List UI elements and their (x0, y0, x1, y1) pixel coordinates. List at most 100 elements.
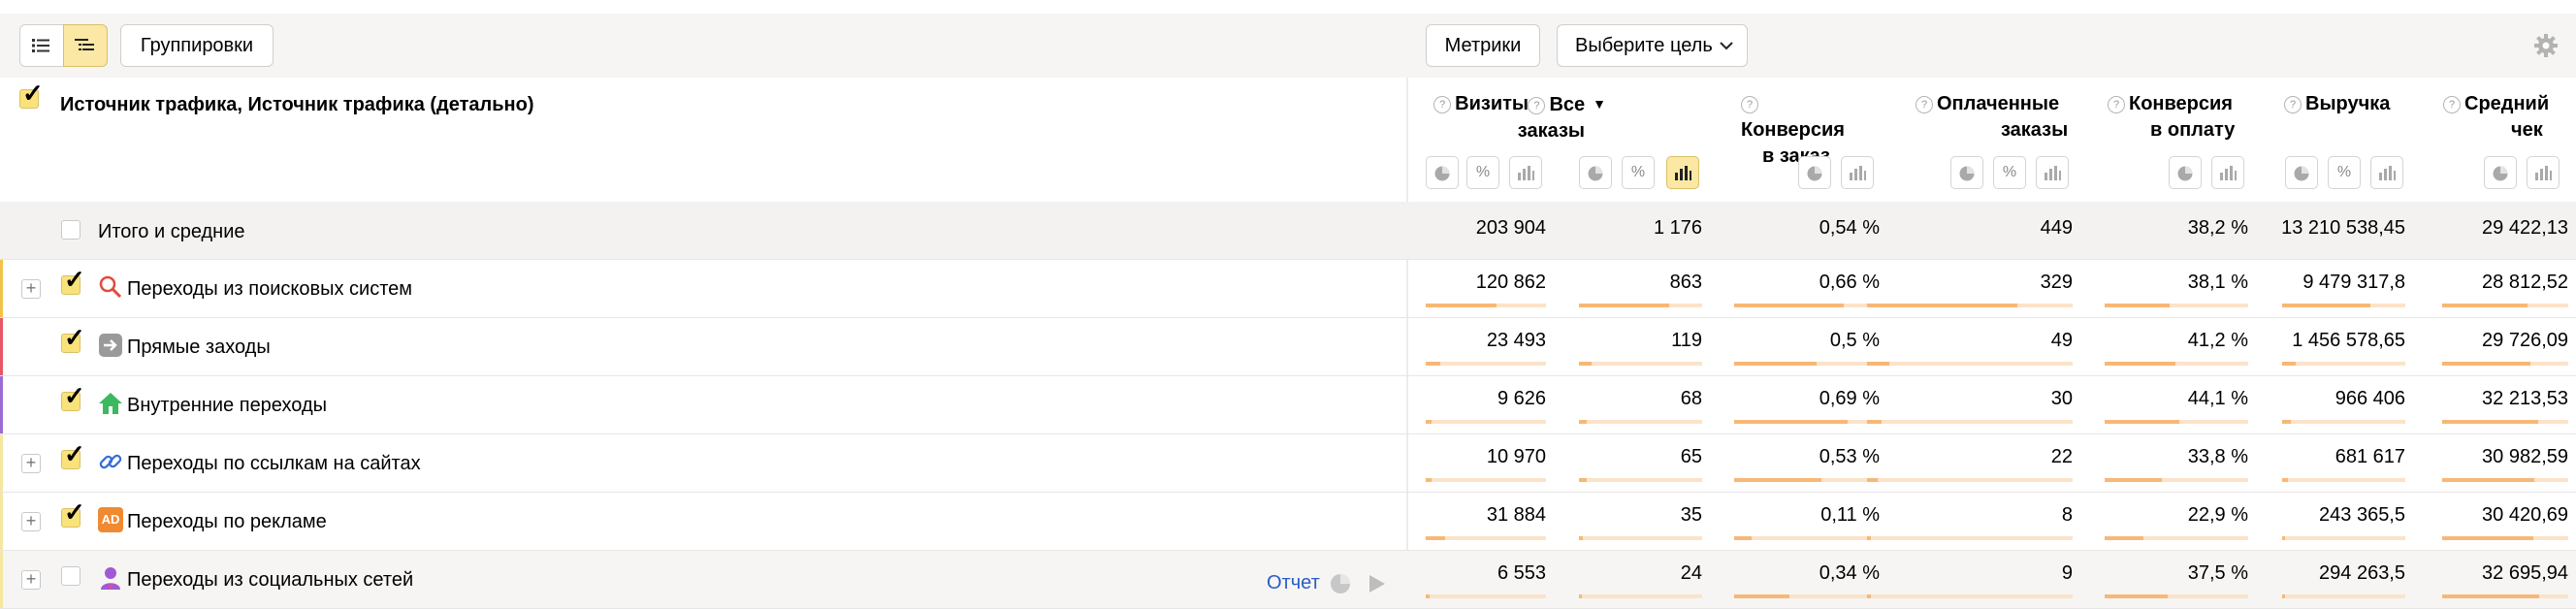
gear-icon[interactable] (2533, 33, 2559, 58)
column-header-visits[interactable]: ? Визиты (1433, 91, 1529, 117)
help-icon[interactable]: ? (1916, 96, 1933, 113)
value-bar (1579, 362, 1702, 366)
row-label[interactable]: Переходы из поисковых систем (127, 278, 412, 301)
report-link[interactable]: Отчет (1267, 572, 1320, 594)
value-bar-fill (2282, 362, 2296, 366)
pie-chart-icon[interactable] (1329, 572, 1352, 595)
pie-chart-button[interactable] (2285, 156, 2318, 189)
bar-chart-button[interactable] (2036, 156, 2069, 189)
value-bar (1734, 420, 1880, 424)
value-bar (2442, 594, 2568, 598)
bar-chart-button[interactable] (2370, 156, 2403, 189)
value-bar (2105, 536, 2248, 540)
metrics-button[interactable]: Метрики (1426, 24, 1540, 67)
pie-chart-button[interactable] (1579, 156, 1612, 189)
row-label[interactable]: Переходы по ссылкам на сайтах (127, 453, 421, 475)
value-bar (2282, 536, 2405, 540)
pie-chart-button[interactable] (1798, 156, 1831, 189)
value-bar-fill (2442, 304, 2528, 307)
value-bar (1734, 362, 1880, 366)
help-icon[interactable]: ? (2108, 96, 2125, 113)
row-checkbox[interactable] (61, 566, 80, 586)
pie-chart-button[interactable] (2484, 156, 2517, 189)
row-checkbox[interactable]: ✓ (61, 499, 85, 528)
expand-button[interactable]: + (21, 512, 41, 531)
pie-chart-button[interactable] (1426, 156, 1459, 189)
column-header-all-orders[interactable]: ? Все ▼ заказы (1518, 91, 1606, 144)
pie-chart-button[interactable] (1950, 156, 1983, 189)
help-icon[interactable]: ? (1528, 97, 1546, 114)
select-all-checkbox[interactable]: ✓ (19, 80, 44, 109)
pie-chart-button[interactable] (2169, 156, 2202, 189)
cell-value: 9 (2061, 562, 2073, 584)
column-header-revenue[interactable]: ? Выручка (2284, 91, 2390, 117)
value-bar-fill (1734, 536, 1752, 540)
value-bar (2282, 478, 2405, 482)
column-header-paid-orders[interactable]: ? Оплаченные заказы (1916, 91, 2068, 144)
row-label[interactable]: Переходы из социальных сетей (127, 569, 413, 592)
bar-chart-button[interactable] (2527, 156, 2560, 189)
cell-value: 24 (1680, 562, 1702, 584)
cell-value: 37,5 % (2187, 562, 2248, 584)
row-label[interactable]: Внутренние переходы (127, 395, 327, 417)
cell-value: 863 (1669, 272, 1702, 293)
percent-button[interactable]: % (1622, 156, 1655, 189)
bar-chart-button[interactable] (1666, 156, 1699, 189)
cell-value: 44,1 % (2187, 388, 2248, 409)
cell-value: 33,8 % (2187, 446, 2248, 467)
expand-button[interactable]: + (21, 570, 41, 590)
row-checkbox[interactable]: ✓ (61, 383, 85, 411)
percent-button[interactable]: % (1993, 156, 2026, 189)
value-bar-fill (2282, 536, 2285, 540)
value-bar (2105, 304, 2248, 307)
row-label[interactable]: Прямые заходы (127, 337, 271, 359)
bar-chart-button[interactable] (2211, 156, 2244, 189)
row-label[interactable]: Переходы по рекламе (127, 511, 327, 533)
groupings-button[interactable]: Группировки (120, 24, 274, 67)
play-icon[interactable] (1368, 573, 1387, 594)
totals-value: 1 176 (1653, 217, 1702, 239)
cell-value: 1 456 578,65 (2292, 330, 2405, 351)
tree-view-toggle[interactable] (63, 24, 108, 67)
cell-value: 10 970 (1486, 446, 1546, 467)
value-bar (1867, 304, 2073, 307)
bar-chart-button[interactable] (1509, 156, 1542, 189)
row-color-strip (0, 376, 3, 433)
percent-icon: % (2336, 164, 2352, 180)
totals-value: 449 (2040, 217, 2073, 239)
help-icon[interactable]: ? (1741, 96, 1758, 113)
cell-value: 243 365,5 (2319, 504, 2405, 526)
totals-checkbox[interactable] (61, 220, 80, 240)
help-icon[interactable]: ? (1433, 96, 1452, 113)
expand-button[interactable]: + (21, 279, 41, 299)
row-checkbox[interactable]: ✓ (61, 441, 85, 469)
row-checkbox[interactable]: ✓ (61, 267, 85, 295)
value-bar (2442, 362, 2568, 366)
value-bar-fill (1426, 304, 1497, 307)
cell-value: 0,69 % (1819, 388, 1880, 409)
cell-value: 294 263,5 (2319, 562, 2405, 584)
expand-button[interactable]: + (21, 454, 41, 473)
help-icon[interactable]: ? (2284, 96, 2302, 113)
value-bar (1867, 594, 2073, 598)
bar-chart-button[interactable] (1841, 156, 1874, 189)
help-icon[interactable]: ? (2443, 96, 2461, 113)
row-checkbox[interactable]: ✓ (61, 325, 85, 353)
row-color-strip (0, 434, 3, 492)
row-color-strip (0, 551, 3, 608)
cell-value: 38,1 % (2187, 272, 2248, 293)
row-color-strip (0, 318, 3, 375)
column-header-average-check[interactable]: ? Средний чек (2443, 91, 2549, 144)
value-bar-fill (1867, 594, 1871, 598)
list-view-toggle[interactable] (19, 24, 64, 67)
value-bar-fill (1734, 304, 1844, 307)
percent-button[interactable]: % (2328, 156, 2361, 189)
goal-select-label: Выберите цель (1575, 35, 1713, 56)
column-header-payment-conversion[interactable]: ? Конверсия в оплату (2108, 91, 2235, 144)
row-color-strip (0, 260, 3, 317)
bar-chart-icon (1850, 166, 1866, 180)
cell-value: 65 (1680, 446, 1702, 467)
goal-select[interactable]: Выберите цель (1557, 24, 1748, 67)
cell-value: 329 (2040, 272, 2073, 293)
percent-button[interactable]: % (1466, 156, 1499, 189)
